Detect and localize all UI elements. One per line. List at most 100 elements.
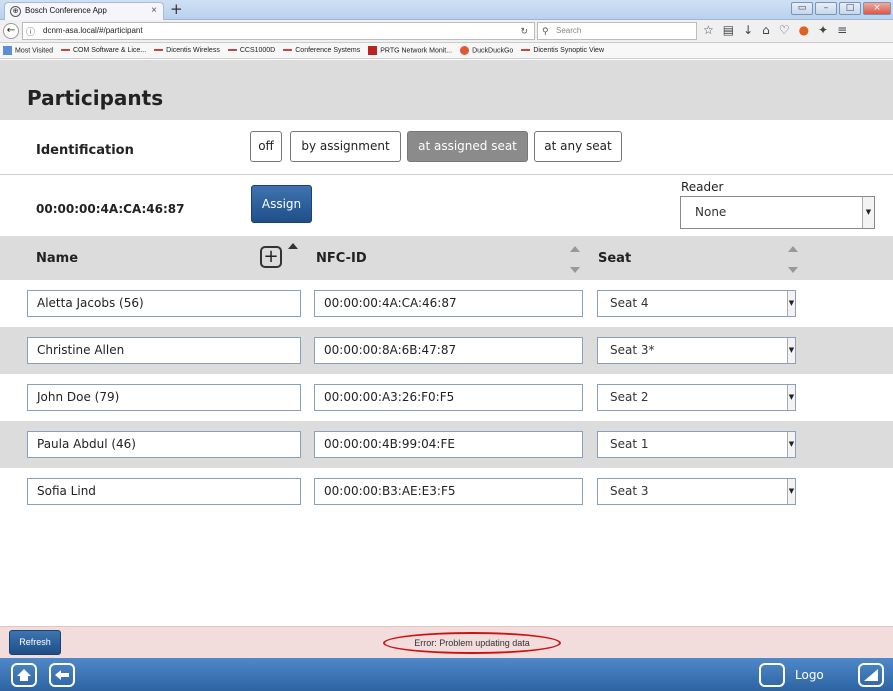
seat-select-value: Seat 4: [610, 296, 649, 310]
bookmark-most-visited[interactable]: Most Visited: [3, 46, 53, 55]
bookmark-folder-icon: [3, 46, 12, 55]
browser-tab[interactable]: ⊕ Bosch Conference App ×: [4, 2, 164, 20]
participant-seat-select[interactable]: Seat 4 ▼: [597, 290, 796, 317]
participant-seat-select[interactable]: Seat 3* ▼: [597, 337, 796, 364]
arrow-left-icon: [55, 670, 69, 680]
tab-close-icon[interactable]: ×: [151, 3, 157, 19]
window-maximize-button[interactable]: □: [839, 2, 861, 15]
refresh-button[interactable]: Refresh: [9, 630, 61, 655]
add-participant-button[interactable]: +: [260, 246, 282, 268]
participant-seat-select[interactable]: Seat 3 ▼: [597, 478, 796, 505]
bookmark-com-software[interactable]: COM Software & Lice...: [61, 47, 146, 54]
chevron-down-icon: ▼: [787, 479, 795, 504]
bookmark-ccs1000d[interactable]: CCS1000D: [227, 47, 275, 54]
home-button[interactable]: [11, 663, 37, 687]
chevron-down-icon: ▼: [787, 338, 795, 363]
bookmark-duckduckgo[interactable]: DuckDuckGo: [460, 46, 513, 55]
window-close-button[interactable]: ×: [863, 2, 891, 15]
bookmark-icon: [61, 49, 70, 52]
participant-nfc-input[interactable]: 00:00:00:8A:6B:47:87: [314, 337, 583, 364]
chevron-down-icon: ▼: [787, 432, 795, 457]
extension-icon[interactable]: ●: [799, 23, 809, 37]
identification-at-assigned-seat-button[interactable]: at assigned seat: [407, 131, 528, 162]
column-header-nfc-id[interactable]: NFC-ID: [316, 251, 367, 266]
chevron-down-icon: ▼: [787, 385, 795, 410]
reader-select[interactable]: None ▼: [680, 196, 875, 229]
tab-title: Bosch Conference App: [25, 6, 107, 15]
participants-table-body: Aletta Jacobs (56) 00:00:00:4A:CA:46:87 …: [0, 280, 893, 515]
chevron-down-icon: ▼: [787, 291, 795, 316]
participant-name-input[interactable]: Aletta Jacobs (56): [27, 290, 301, 317]
new-tab-button[interactable]: +: [170, 0, 183, 18]
logo-button[interactable]: [759, 663, 785, 687]
browser-titlebar: ⊕ Bosch Conference App × + ▭ – □ ×: [0, 0, 893, 20]
reader-select-value: None: [695, 205, 727, 219]
sort-seat-ascending-icon[interactable]: [788, 246, 798, 252]
bookmark-dicentis-wireless[interactable]: Dicentis Wireless: [154, 47, 220, 54]
bookmark-icon: [154, 49, 164, 52]
bookmark-conference-systems[interactable]: Conference Systems: [283, 47, 360, 54]
menu-icon[interactable]: ≡: [837, 23, 847, 37]
duckduckgo-icon: [460, 46, 470, 55]
participant-nfc-input[interactable]: 00:00:00:B3:AE:E3:F5: [314, 478, 583, 505]
site-info-icon[interactable]: ⓘ: [26, 24, 35, 40]
table-row: Christine Allen 00:00:00:8A:6B:47:87 Sea…: [0, 327, 893, 374]
sort-nfc-ascending-icon[interactable]: [570, 246, 580, 252]
participant-name-input[interactable]: Sofia Lind: [27, 478, 301, 505]
reload-icon[interactable]: ↻: [520, 23, 528, 39]
url-bar[interactable]: ⓘ dcnm-asa.local/#/participant ↻: [22, 22, 535, 40]
assign-button[interactable]: Assign: [251, 185, 312, 223]
bookmark-dicentis-synoptic[interactable]: Dicentis Synoptic View: [521, 47, 604, 54]
window-controls: ▭ – □ ×: [791, 2, 891, 15]
participant-name-input[interactable]: John Doe (79): [27, 384, 301, 411]
bookmark-icon: [283, 49, 293, 52]
home-icon: [17, 669, 31, 681]
participant-nfc-input[interactable]: 00:00:00:4A:CA:46:87: [314, 290, 583, 317]
browser-back-button[interactable]: ←: [3, 23, 19, 39]
prtg-icon: [368, 46, 378, 55]
page-title: Participants: [27, 86, 164, 110]
downloads-icon[interactable]: ↓: [743, 23, 753, 37]
participant-nfc-input[interactable]: 00:00:00:4B:99:04:FE: [314, 431, 583, 458]
page-header: Participants: [0, 60, 893, 120]
pocket-icon[interactable]: ♡: [779, 23, 790, 37]
sort-nfc-descending-icon[interactable]: [570, 267, 580, 273]
reader-label: Reader: [681, 180, 724, 194]
home-icon[interactable]: ⌂: [762, 23, 770, 37]
participant-nfc-input[interactable]: 00:00:00:A3:26:F0:F5: [314, 384, 583, 411]
bookmark-star-icon[interactable]: ☆: [703, 23, 714, 37]
signal-button[interactable]: [858, 663, 884, 687]
app-favicon-icon: ⊕: [10, 6, 21, 17]
window-restore-button[interactable]: ▭: [791, 2, 813, 15]
table-row: John Doe (79) 00:00:00:A3:26:F0:F5 Seat …: [0, 374, 893, 421]
search-icon: ⚲: [542, 26, 549, 36]
sort-name-ascending-icon[interactable]: [288, 243, 298, 249]
participant-name-input[interactable]: Christine Allen: [27, 337, 301, 364]
identification-by-assignment-button[interactable]: by assignment: [290, 131, 401, 162]
signal-strength-icon: [864, 669, 878, 681]
sort-seat-descending-icon[interactable]: [788, 267, 798, 273]
participants-table-header: Name + NFC-ID Seat: [0, 236, 893, 280]
participant-seat-select[interactable]: Seat 2 ▼: [597, 384, 796, 411]
identification-at-any-seat-button[interactable]: at any seat: [534, 131, 622, 162]
back-button[interactable]: [49, 663, 75, 687]
identification-label: Identification: [36, 143, 134, 158]
window-minimize-button[interactable]: –: [815, 2, 837, 15]
browser-navbar: ← ⓘ dcnm-asa.local/#/participant ↻ ⚲ Sea…: [0, 20, 893, 43]
participant-name-input[interactable]: Paula Abdul (46): [27, 431, 301, 458]
table-row: Sofia Lind 00:00:00:B3:AE:E3:F5 Seat 3 ▼: [0, 468, 893, 515]
seat-select-value: Seat 3: [610, 484, 649, 498]
identification-row: Identification off by assignment at assi…: [0, 120, 893, 175]
addon-icon[interactable]: ✦: [818, 23, 828, 37]
browser-search-input[interactable]: ⚲ Search: [537, 22, 697, 40]
error-message: Error: Problem updating data: [383, 632, 561, 654]
bookmark-prtg[interactable]: PRTG Network Monit...: [368, 46, 452, 55]
column-header-seat[interactable]: Seat: [598, 251, 631, 266]
column-header-name[interactable]: Name: [36, 251, 78, 266]
status-bar: Refresh Error: Problem updating data: [0, 626, 893, 658]
seat-select-value: Seat 3*: [610, 343, 655, 357]
participant-seat-select[interactable]: Seat 1 ▼: [597, 431, 796, 458]
identification-off-button[interactable]: off: [250, 131, 282, 162]
reading-list-icon[interactable]: ▤: [723, 23, 734, 37]
bottom-nav-bar: Logo: [0, 658, 893, 691]
